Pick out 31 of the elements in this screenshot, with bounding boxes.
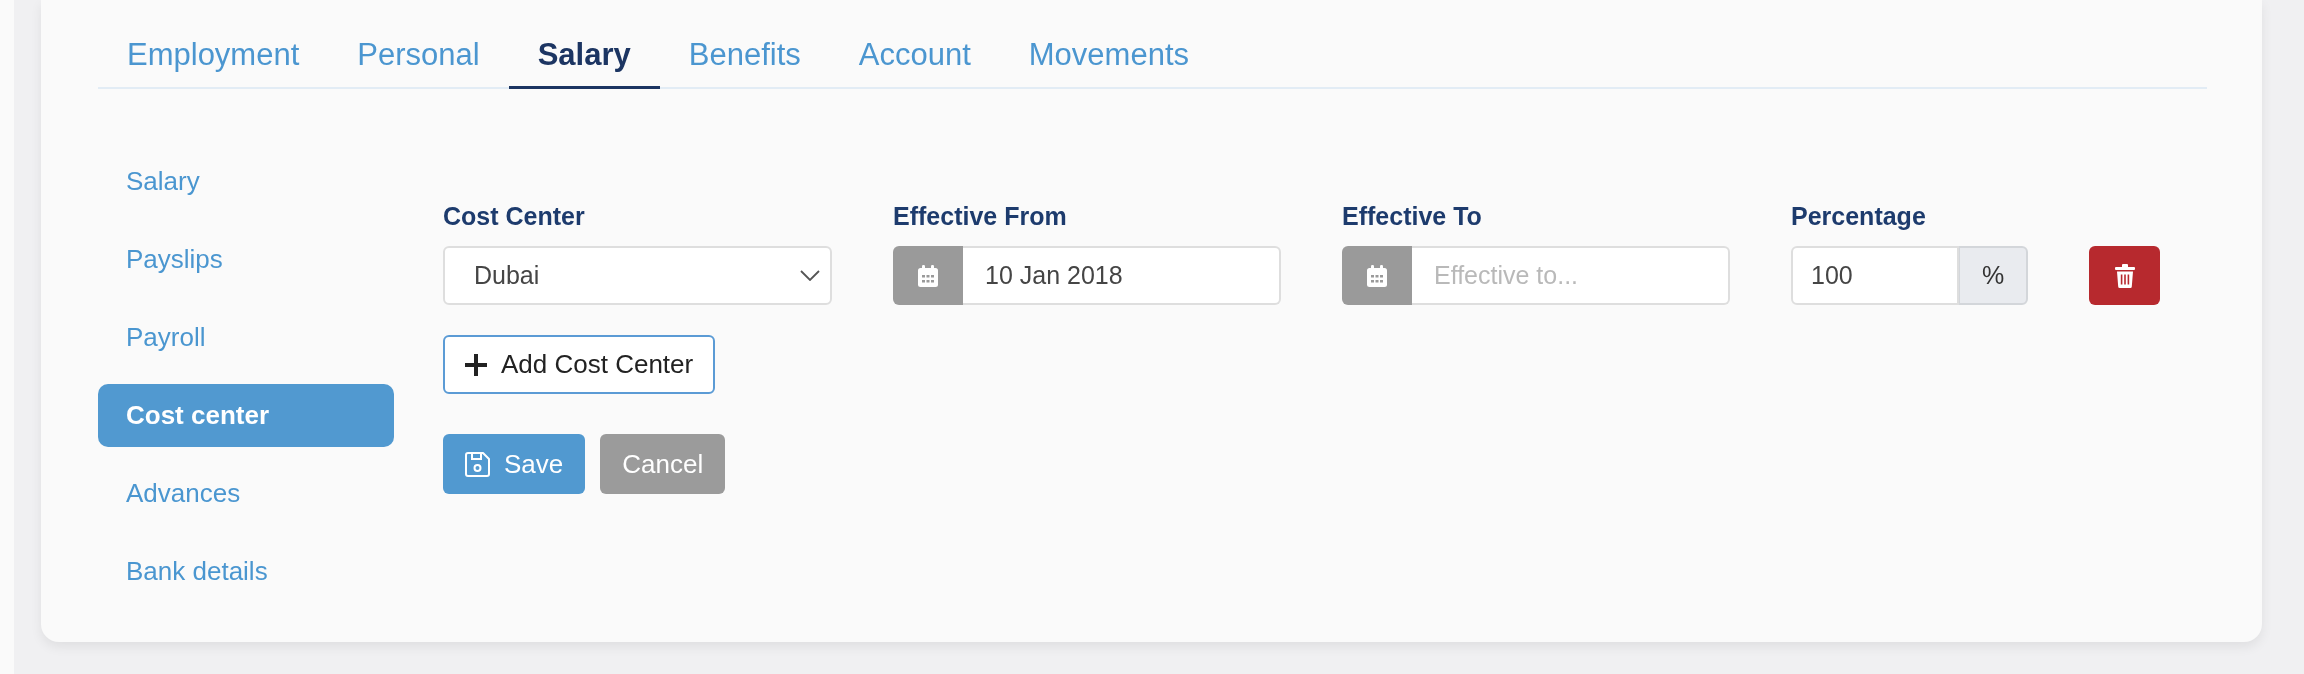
tab[interactable]: Account bbox=[829, 37, 1000, 89]
field-label: Effective To bbox=[1342, 201, 1483, 231]
field-label: Percentage bbox=[1791, 201, 1927, 231]
sidebar-item[interactable]: Bank details bbox=[98, 540, 394, 603]
tab[interactable]: Personal bbox=[328, 37, 509, 89]
sidebar-item[interactable]: Salary bbox=[98, 150, 394, 213]
trash-icon bbox=[2114, 263, 2135, 288]
field-label: Effective From bbox=[893, 201, 1068, 231]
sidebar-item[interactable]: Cost center bbox=[98, 384, 394, 447]
cancel-button[interactable]: Cancel bbox=[600, 434, 726, 494]
save-button[interactable]: Save bbox=[443, 434, 586, 494]
tab[interactable]: Employment bbox=[98, 37, 329, 89]
calendar-icon[interactable] bbox=[1342, 246, 1412, 305]
tab[interactable]: Salary bbox=[508, 37, 660, 89]
percentage-field[interactable]: 100 bbox=[1791, 246, 1959, 305]
tab[interactable]: Movements bbox=[999, 37, 1218, 89]
percent-suffix: % bbox=[1959, 246, 2028, 305]
cost-center-dropdown[interactable]: Dubai bbox=[443, 246, 832, 305]
sidebar-item[interactable]: Payroll bbox=[98, 306, 394, 369]
add-cost-center-button[interactable]: Add Cost Center bbox=[443, 335, 716, 394]
calendar-icon[interactable] bbox=[893, 246, 963, 305]
sidebar-item[interactable]: Payslips bbox=[98, 228, 394, 291]
date-field[interactable]: 10 Jan 2018 bbox=[963, 246, 1281, 305]
tab[interactable]: Benefits bbox=[659, 37, 830, 89]
field-label: Cost Center bbox=[443, 201, 586, 231]
delete-button[interactable] bbox=[2089, 246, 2160, 305]
date-field[interactable]: Effective to... bbox=[1412, 246, 1730, 305]
sidebar-item[interactable]: Advances bbox=[98, 462, 394, 525]
plus-icon bbox=[465, 353, 487, 376]
save-icon bbox=[465, 451, 490, 477]
chevron-down-icon bbox=[800, 270, 820, 281]
